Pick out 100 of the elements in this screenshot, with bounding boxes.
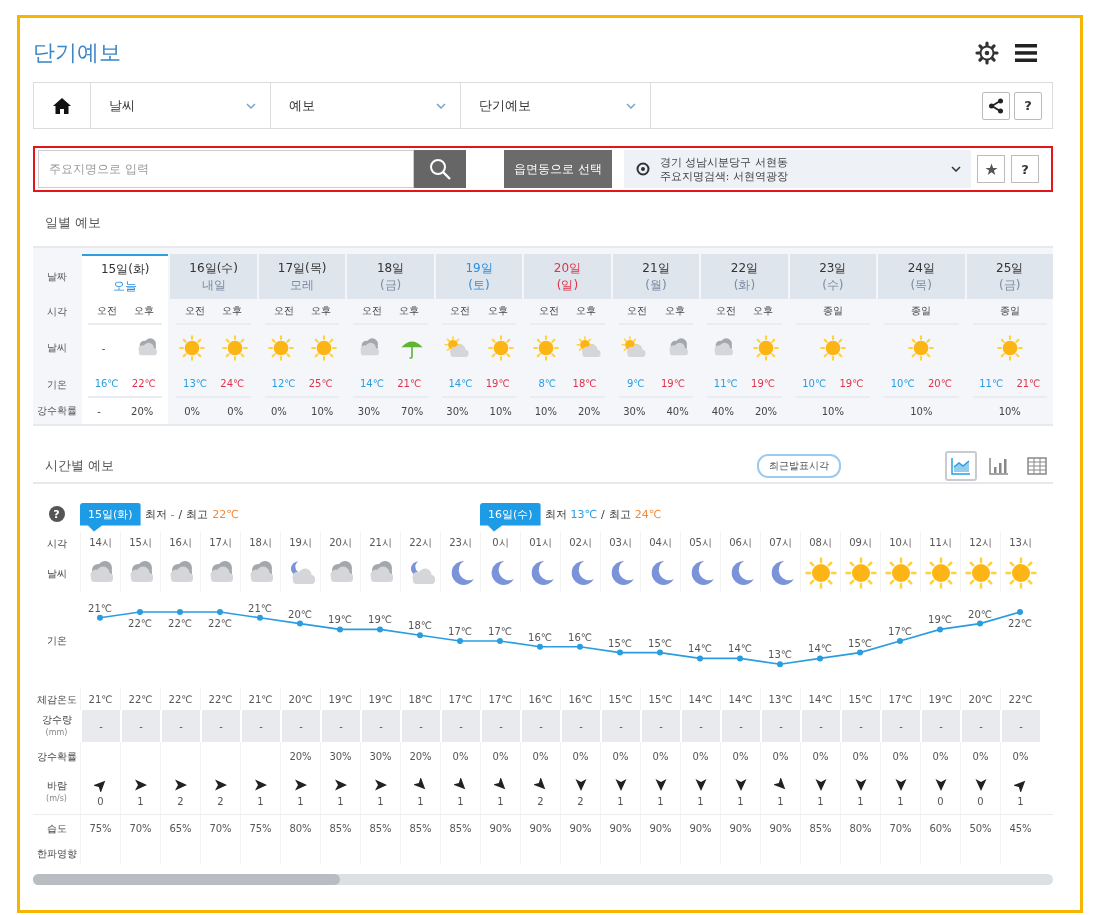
precip-amount: - — [259, 720, 263, 732]
humidity-value: 85% — [809, 823, 832, 834]
sun-icon — [310, 335, 337, 361]
low-temp: 9℃ — [626, 378, 645, 389]
feels-like-temp: 22℃ — [128, 693, 153, 705]
sun-icon — [267, 335, 294, 361]
day-tab[interactable]: 18일 (금) — [347, 254, 434, 299]
day-tab[interactable]: 23일 (수) — [789, 254, 877, 299]
data-point — [137, 609, 143, 615]
time-label: 11시 — [929, 536, 952, 550]
day-tab[interactable]: 20일 (일) — [524, 254, 611, 299]
region-select-button[interactable]: 읍면동으로 선택 — [504, 150, 612, 188]
max-label: 최고 — [608, 506, 631, 522]
date-text: 24일 — [907, 259, 935, 277]
period-text: 오전 — [538, 304, 559, 318]
temperature-label: 15℃ — [848, 637, 872, 649]
location-target-icon — [635, 162, 650, 176]
period-text: 오후 — [222, 304, 243, 318]
line-chart-icon — [951, 457, 971, 475]
scrollbar[interactable] — [33, 874, 1053, 885]
nav-dropdown[interactable]: 날씨 — [91, 83, 271, 128]
precip-amount: - — [899, 720, 903, 732]
humidity-value: 90% — [489, 823, 512, 834]
view-toggle[interactable] — [945, 451, 977, 481]
wind-arrow-icon — [733, 777, 748, 792]
day-tab[interactable]: 17일(목) 모레 — [258, 254, 346, 299]
precip-chance: 0% — [932, 750, 949, 762]
period-text: 오후 — [399, 304, 420, 318]
low-temp: 13℃ — [183, 378, 208, 389]
date-text: 19일 — [465, 259, 493, 277]
share-button[interactable] — [982, 91, 1010, 120]
sun-icon — [753, 335, 779, 361]
home-icon[interactable] — [53, 97, 71, 114]
time-label: 05시 — [689, 536, 712, 550]
row-label: 시각 — [45, 305, 68, 319]
high-temp: 19℃ — [660, 378, 685, 389]
day-tab[interactable]: 15일(화) 오늘 — [82, 254, 169, 299]
sun-icon — [487, 335, 514, 361]
separator-text: / — [178, 507, 183, 521]
temperature-label: 15℃ — [648, 637, 672, 649]
day-tab[interactable]: 25일 (금) — [966, 254, 1053, 299]
search-field[interactable]: 주요지명으로 입력 — [38, 150, 414, 188]
wind-speed: 1 — [617, 795, 624, 807]
row-label: 강수확률 — [35, 404, 78, 418]
day-text: 모레 — [290, 276, 315, 294]
temperature-label: 17℃ — [888, 626, 912, 637]
feels-like-temp: 21℃ — [88, 693, 113, 705]
chevron-icon — [951, 166, 961, 172]
day-tab[interactable]: 22일 (화) — [701, 254, 788, 299]
help-button[interactable]: ? — [1014, 91, 1042, 120]
precip-amount: - — [1019, 720, 1023, 732]
row-label: 날씨 — [45, 341, 68, 355]
day-text: (수) — [822, 276, 844, 294]
precip-chance: 0% — [892, 750, 909, 762]
temperature-label: 22℃ — [208, 618, 232, 629]
feels-like-temp: 14℃ — [808, 693, 833, 705]
wind-arrow-icon — [373, 777, 388, 792]
precip-chance: 10% — [910, 405, 933, 417]
day-tab[interactable]: 16일(수) 내일 — [170, 254, 257, 299]
search-button[interactable] — [414, 150, 466, 188]
humidity-value: 90% — [769, 823, 792, 834]
settings-icon[interactable] — [975, 41, 999, 65]
period-text: 오전 — [185, 304, 206, 318]
location-select[interactable]: 경기 성남시분당구 서현동 주요지명검색: 서현역광장 — [623, 150, 971, 188]
precip-chance: 20% — [754, 405, 778, 417]
wind-arrow-icon — [213, 777, 228, 792]
data-point — [577, 643, 583, 650]
wind-speed: 1 — [657, 795, 664, 807]
day-tab[interactable]: 24일 (목) — [878, 254, 965, 299]
period-text: 오전 — [627, 304, 648, 318]
wind-speed: 1 — [777, 795, 784, 807]
day-tab[interactable]: 21일 (월) — [612, 254, 700, 299]
sun-icon — [532, 335, 559, 361]
time-label: 02시 — [569, 536, 592, 550]
period-text: 종일 — [999, 304, 1020, 318]
date-text: 16일(수) — [189, 259, 238, 277]
day-text: 오늘 — [113, 277, 138, 295]
humidity-value: 85% — [329, 823, 352, 834]
wind-speed: 2 — [177, 795, 184, 807]
period-text: 오전 — [715, 304, 736, 318]
favorite-button[interactable] — [977, 155, 1005, 183]
address-text: 경기 성남시분당구 서현동 — [659, 155, 789, 169]
precip-chance: 0% — [452, 750, 469, 762]
low-temp: 8℃ — [538, 378, 557, 389]
help-button[interactable]: ? — [1011, 155, 1039, 183]
help-icon[interactable]: ? — [48, 506, 65, 522]
precip-chance: 40% — [666, 405, 689, 417]
scrollbar-thumb[interactable] — [33, 874, 340, 885]
landmark-text: 주요지명검색: 서현역광장 — [659, 169, 789, 183]
issued-time-button[interactable]: 최근발표시각 — [757, 454, 841, 478]
time-label: 04시 — [649, 536, 672, 550]
temperature-label: 14℃ — [728, 643, 752, 655]
precip-chance: 0% — [732, 750, 749, 762]
day-text: (토) — [468, 276, 490, 294]
feels-like-temp: 17℃ — [448, 693, 473, 705]
temperature-label: 15℃ — [608, 637, 632, 649]
nav-dropdown[interactable]: 단기예보 — [461, 83, 651, 128]
time-label: 17시 — [209, 536, 232, 550]
nav-dropdown[interactable]: 예보 — [271, 83, 461, 128]
menu-icon[interactable] — [1015, 43, 1037, 63]
